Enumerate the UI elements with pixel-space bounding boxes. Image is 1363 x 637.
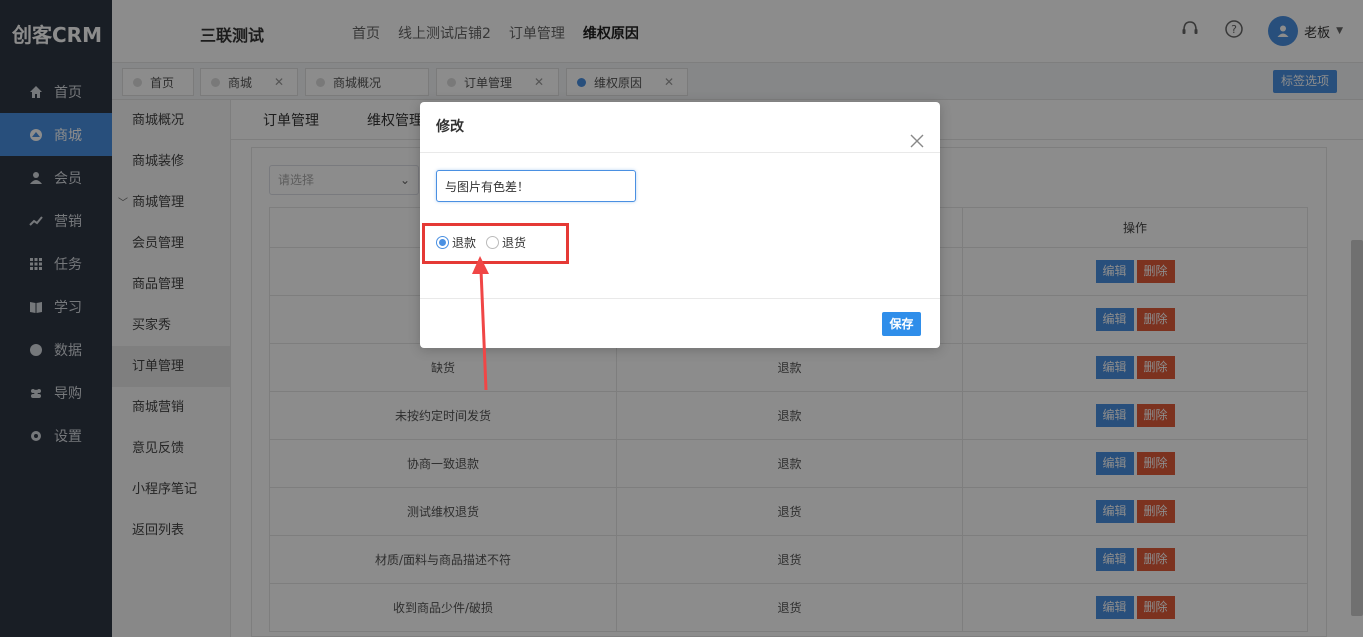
annotation-arrow <box>472 256 489 391</box>
modal-title: 修改 <box>436 119 464 135</box>
modal-header: 修改 <box>420 102 940 153</box>
reason-input[interactable] <box>436 170 636 202</box>
close-icon[interactable] <box>910 119 924 148</box>
save-button[interactable]: 保存 <box>882 312 921 336</box>
